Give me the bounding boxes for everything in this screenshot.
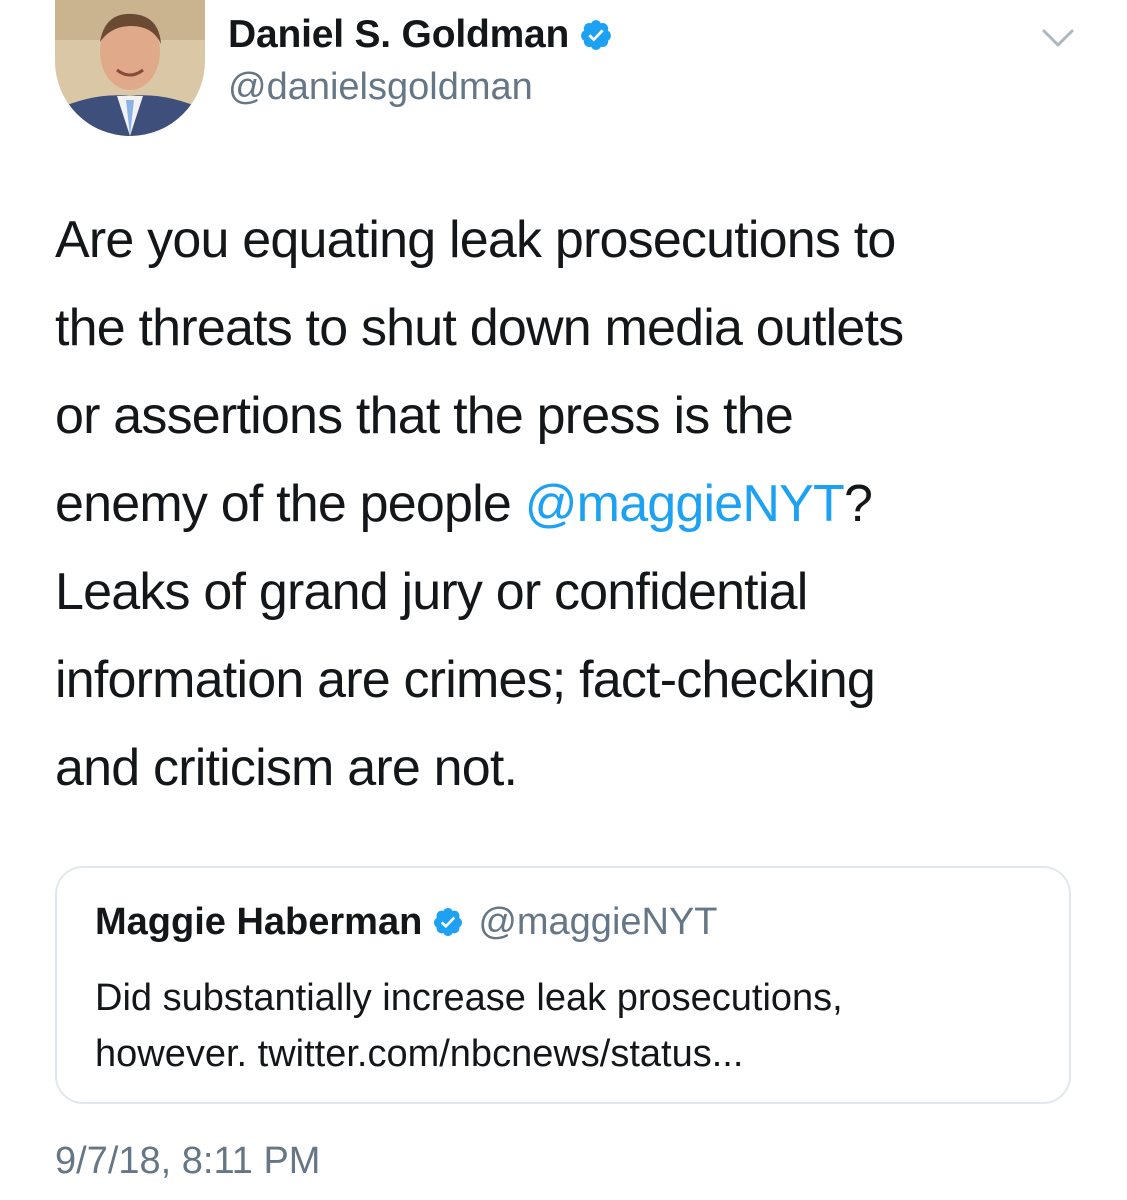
tweet-text-line: enemy of the people @maggieNYT? [55,460,1055,548]
tweet-text-segment: enemy of the people [55,475,525,533]
author-name-row: Daniel S. Goldman [228,12,613,58]
mention-link[interactable]: @maggieNYT [525,475,845,533]
tweet-text-line: Leaks of grand jury or confidential [55,563,808,621]
quoted-author-name: Maggie Haberman [95,900,423,943]
quoted-author-handle: @maggieNYT [478,900,718,943]
tweet-text: Are you equating leak prosecutions to th… [55,196,1055,812]
quoted-tweet-text-line: however. twitter.com/nbcnews/status... [95,1033,744,1075]
quoted-tweet-text: Did substantially increase leak prosecut… [95,970,1045,1082]
tweet-text-segment: ? [844,475,873,533]
quoted-tweet-text-line: Did substantially increase leak prosecut… [95,977,843,1019]
tweet-text-line: the threats to shut down media outlets [55,299,904,357]
verified-badge-icon [434,908,463,936]
author-handle[interactable]: @danielsgoldman [228,66,613,109]
tweet-card: Daniel S. Goldman @danielsgoldman Are yo… [0,0,1127,1200]
author-name[interactable]: Daniel S. Goldman [228,13,569,57]
tweet-text-line: information are crimes; fact-checking [55,651,876,709]
tweet-text-line: or assertions that the press is the [55,387,794,445]
avatar[interactable] [55,0,205,136]
tweet-timestamp[interactable]: 9/7/18, 8:11 PM [55,1140,320,1183]
quoted-tweet-header: Maggie Haberman @maggieNYT [95,898,718,946]
tweet-text-line: Are you equating leak prosecutions to [55,211,896,269]
verified-badge-icon [581,20,612,50]
quoted-tweet[interactable]: Maggie Haberman @maggieNYT Did substanti… [55,866,1071,1104]
tweet-text-line: and criticism are not. [55,739,518,797]
author-block: Daniel S. Goldman @danielsgoldman [228,12,613,109]
chevron-down-icon[interactable] [1041,26,1075,50]
